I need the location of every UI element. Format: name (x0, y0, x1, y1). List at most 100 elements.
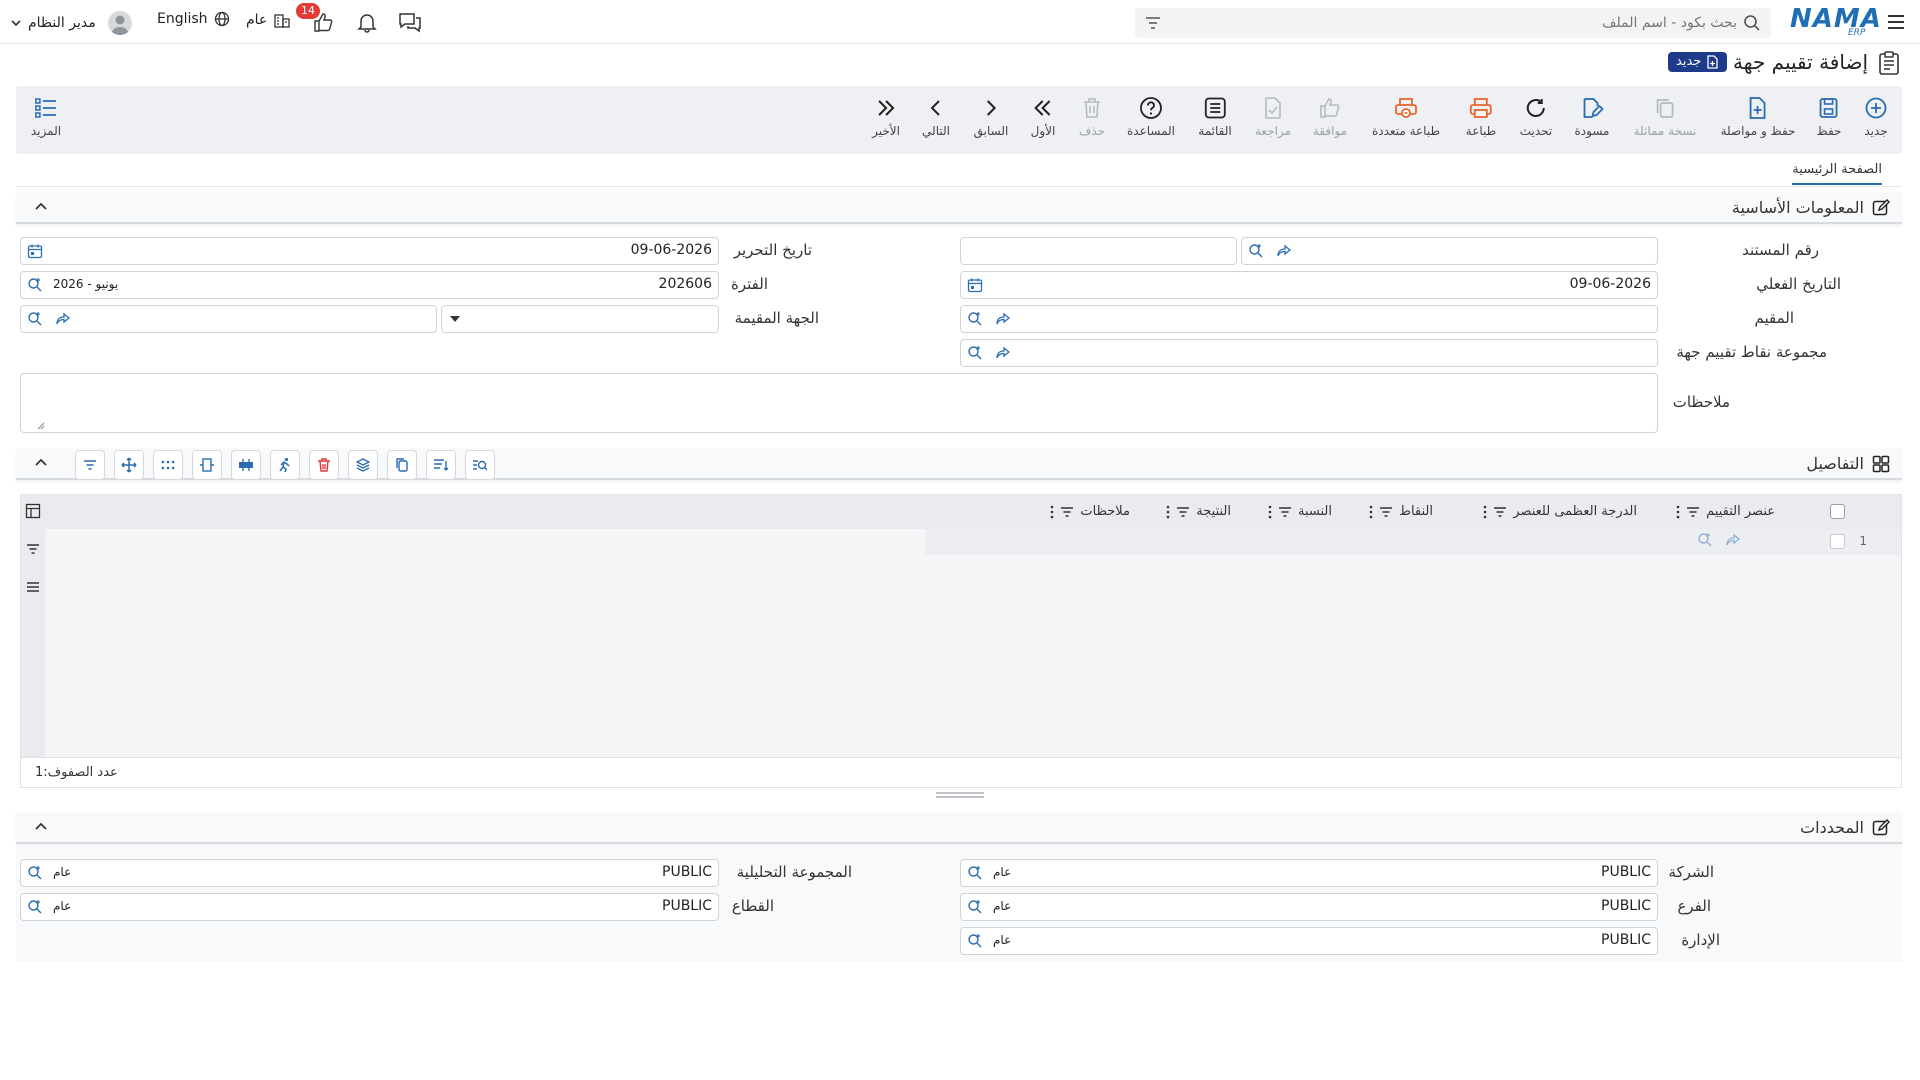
more-vertical-icon[interactable] (1166, 505, 1170, 519)
filter-icon[interactable] (1686, 505, 1700, 519)
edit-date-field[interactable]: 09-06-2026 (20, 237, 719, 265)
search-icon[interactable] (1743, 14, 1761, 32)
department-field[interactable]: عام PUBLIC (960, 927, 1658, 955)
language-switch[interactable]: English (157, 11, 230, 27)
column-header-percentage[interactable]: النسبة (1268, 504, 1332, 519)
scope-switch[interactable]: عام (246, 11, 291, 29)
refresh-button[interactable]: تحديث (1520, 96, 1552, 138)
search-icon[interactable] (1248, 243, 1264, 259)
evaluating-party-select[interactable] (441, 305, 719, 333)
column-header-evaluation-element[interactable]: عنصر التقييم (1676, 504, 1775, 519)
grid-delete-button[interactable] (309, 450, 339, 480)
menu-icon[interactable] (1886, 12, 1906, 32)
last-button[interactable]: الأخير (872, 96, 900, 138)
share-icon[interactable] (995, 345, 1011, 361)
chevron-up-icon[interactable] (34, 456, 48, 470)
share-icon[interactable] (1725, 532, 1741, 548)
doc-number-field[interactable] (1241, 237, 1658, 265)
list-button[interactable]: القائمة (1198, 96, 1232, 138)
table-row[interactable]: 1 (45, 529, 1901, 555)
review-button[interactable]: مراجعة (1255, 96, 1291, 138)
search-icon[interactable] (27, 899, 43, 915)
search-icon[interactable] (967, 345, 983, 361)
menu-lines-icon[interactable] (25, 579, 41, 595)
more-vertical-icon[interactable] (1676, 505, 1680, 519)
search-icon[interactable] (967, 933, 983, 949)
chevron-up-icon[interactable] (34, 820, 48, 834)
tab-main[interactable]: الصفحة الرئيسية (1792, 162, 1882, 185)
grid-filter-button[interactable] (75, 450, 105, 480)
more-vertical-icon[interactable] (1050, 505, 1054, 519)
next-button[interactable]: التالي (922, 96, 950, 138)
dimensions-header[interactable]: المحددات (16, 812, 1902, 844)
search-icon[interactable] (967, 865, 983, 881)
share-icon[interactable] (1276, 243, 1292, 259)
grid-copy-button[interactable] (387, 450, 417, 480)
search-icon[interactable] (967, 311, 983, 327)
calendar-icon[interactable] (27, 243, 43, 259)
first-button[interactable]: الأول (1031, 96, 1055, 138)
grid-insert-row-button[interactable] (231, 450, 261, 480)
evaluator-field[interactable] (960, 305, 1658, 333)
company-field[interactable]: عام PUBLIC (960, 859, 1658, 887)
column-header-notes[interactable]: ملاحظات (1050, 504, 1130, 519)
save-button[interactable]: حفظ (1817, 96, 1841, 138)
filter-icon[interactable] (1493, 505, 1507, 519)
filter-icon[interactable] (1176, 505, 1190, 519)
column-header-points[interactable]: النقاط (1369, 504, 1433, 519)
calendar-icon[interactable] (967, 277, 983, 293)
filter-icon[interactable] (1145, 15, 1161, 31)
sector-field[interactable]: عام PUBLIC (20, 893, 719, 921)
grid-sort-button[interactable] (426, 450, 456, 480)
search-icon[interactable] (27, 277, 43, 293)
grid-layers-button[interactable] (348, 450, 378, 480)
chevron-up-icon[interactable] (34, 200, 48, 214)
grid-move-button[interactable] (114, 450, 144, 480)
branch-field[interactable]: عام PUBLIC (960, 893, 1658, 921)
evaluating-party-field[interactable] (20, 305, 437, 333)
analytic-group-field[interactable]: عام PUBLIC (20, 859, 719, 887)
duplicate-button[interactable]: نسخة مماثلة (1634, 96, 1696, 138)
chat-icon[interactable] (398, 11, 422, 33)
multi-print-button[interactable]: طباعة متعددة (1372, 96, 1440, 138)
share-icon[interactable] (995, 311, 1011, 327)
select-all-checkbox[interactable] (1830, 504, 1845, 519)
more-button[interactable]: المزيد (31, 96, 61, 138)
search-icon[interactable] (1697, 532, 1713, 548)
share-icon[interactable] (55, 311, 71, 327)
new-button[interactable]: جديد (1864, 96, 1888, 138)
doc-number-extra-field[interactable] (960, 237, 1237, 265)
grid-search-button[interactable] (465, 450, 495, 480)
user-menu[interactable]: مدير النظام (10, 11, 132, 35)
points-group-field[interactable] (960, 339, 1658, 367)
search-icon[interactable] (27, 311, 43, 327)
search-icon[interactable] (967, 899, 983, 915)
logo[interactable]: NAMA ERP (1790, 4, 1881, 38)
search-icon[interactable] (27, 865, 43, 881)
caret-down-icon[interactable] (450, 316, 460, 322)
column-header-result[interactable]: النتيجة (1166, 504, 1231, 519)
row-checkbox[interactable] (1830, 534, 1845, 549)
search-input[interactable] (1175, 12, 1737, 34)
grid-dots-button[interactable] (153, 450, 183, 480)
more-vertical-icon[interactable] (1268, 505, 1272, 519)
previous-button[interactable]: السابق (974, 96, 1008, 138)
notes-textarea[interactable] (20, 373, 1658, 433)
draft-button[interactable]: مسودة (1575, 96, 1609, 138)
approve-button[interactable]: موافقة (1313, 96, 1347, 138)
filter-panel-icon[interactable] (25, 541, 41, 557)
basic-info-header[interactable]: المعلومات الأساسية (16, 192, 1902, 224)
delete-button[interactable]: حذف (1079, 96, 1105, 138)
resize-handle-icon[interactable] (37, 422, 45, 430)
grid-run-button[interactable] (270, 450, 300, 480)
columns-panel-icon[interactable] (25, 503, 41, 519)
print-button[interactable]: طباعة (1466, 96, 1496, 138)
period-field[interactable]: يونيو - 2026 202606 (20, 271, 719, 299)
column-header-max-score[interactable]: الدرجة العظمى للعنصر (1483, 504, 1637, 519)
filter-icon[interactable] (1278, 505, 1292, 519)
help-button[interactable]: المساعدة (1127, 96, 1175, 138)
filter-icon[interactable] (1060, 505, 1074, 519)
more-vertical-icon[interactable] (1369, 505, 1373, 519)
save-continue-button[interactable]: حفظ و مواصلة (1721, 96, 1795, 138)
filter-icon[interactable] (1379, 505, 1393, 519)
